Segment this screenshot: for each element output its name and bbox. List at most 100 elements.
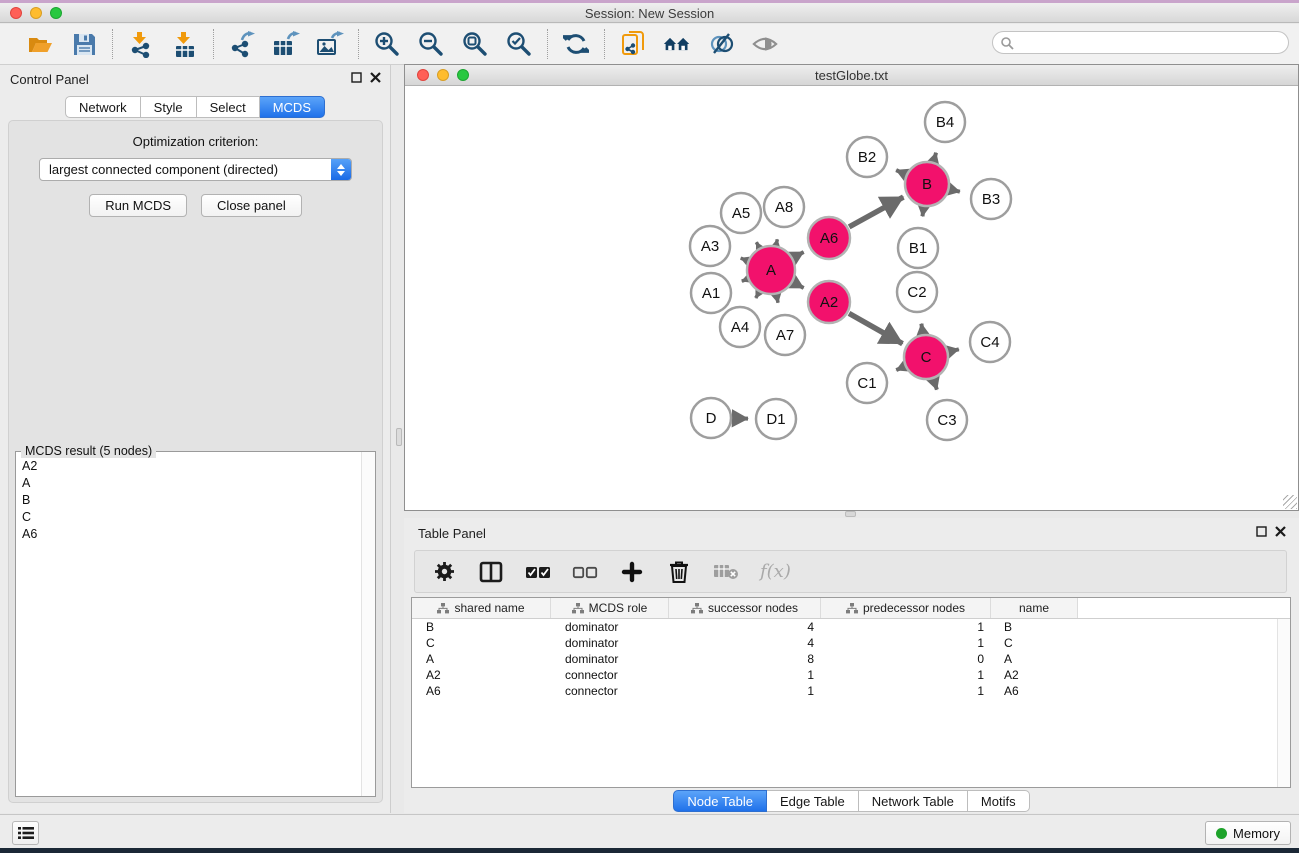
tab-motifs[interactable]: Motifs (968, 790, 1030, 812)
select-all-checkboxes-icon[interactable] (525, 559, 551, 585)
graph-edge-A-A2[interactable] (794, 283, 804, 288)
graph-edge-C-C4[interactable] (949, 349, 958, 351)
graph-node-label-C4: C4 (980, 334, 999, 351)
hide-selected-icon[interactable] (707, 30, 735, 58)
table-row[interactable]: Adominator80A (412, 651, 1277, 667)
column-header-name[interactable]: name (991, 598, 1078, 618)
graph-node-label-A4: A4 (731, 319, 749, 336)
zoom-fit-icon[interactable] (461, 30, 489, 58)
import-table-icon[interactable] (171, 30, 199, 58)
close-table-panel-icon[interactable] (1275, 526, 1286, 537)
import-network-icon[interactable] (127, 30, 155, 58)
splitter-grip-bottom[interactable] (845, 511, 856, 517)
float-table-panel-icon[interactable] (1256, 526, 1267, 537)
result-list-scrollbar[interactable] (361, 452, 375, 796)
result-item[interactable]: B (17, 492, 361, 509)
graph-edge-A-A4[interactable] (756, 293, 759, 298)
run-mcds-button[interactable]: Run MCDS (89, 194, 187, 217)
mcds-result-title: MCDS result (5 nodes) (21, 444, 156, 458)
column-header-mcds-role[interactable]: MCDS role (551, 598, 669, 618)
graph-edge-A2-C[interactable] (849, 313, 903, 343)
show-details-eye-icon[interactable] (751, 30, 779, 58)
result-item[interactable]: C (17, 509, 361, 526)
add-column-icon[interactable] (619, 559, 645, 585)
memory-button[interactable]: Memory (1205, 821, 1291, 845)
graph-edge-A-A8[interactable] (776, 239, 777, 244)
table-row[interactable]: A6connector11A6 (412, 683, 1277, 699)
graph-edge-A6-B[interactable] (849, 197, 903, 227)
optimization-criterion-label: Optimization criterion: (9, 134, 382, 149)
close-panel-button[interactable]: Close panel (201, 194, 302, 217)
table-row[interactable]: A2connector11A2 (412, 667, 1277, 683)
tab-mcds[interactable]: MCDS (260, 96, 325, 118)
column-header-shared-name[interactable]: shared name (412, 598, 551, 618)
show-column-icon[interactable] (478, 559, 504, 585)
delete-table-icon[interactable] (713, 559, 739, 585)
table-tabs: Node Table Edge Table Network Table Moti… (404, 790, 1299, 812)
graph-edge-A-A3[interactable] (741, 258, 747, 260)
graph-edge-B-B1[interactable] (922, 208, 923, 217)
graph-node-label-B4: B4 (936, 114, 954, 131)
table-scrollbar[interactable] (1277, 619, 1290, 787)
graph-node-label-D: D (706, 410, 717, 427)
open-file-icon[interactable] (26, 30, 54, 58)
refresh-icon[interactable] (562, 30, 590, 58)
window-resize-grip[interactable] (1283, 495, 1297, 509)
zoom-out-icon[interactable] (417, 30, 445, 58)
tab-edge-table[interactable]: Edge Table (767, 790, 859, 812)
tab-network-table[interactable]: Network Table (859, 790, 968, 812)
task-history-button[interactable] (12, 821, 39, 845)
optimization-criterion-dropdown[interactable]: largest connected component (directed) (39, 158, 352, 181)
table-row[interactable]: Cdominator41C (412, 635, 1277, 651)
memory-status-dot (1216, 828, 1227, 839)
delete-column-icon[interactable] (666, 559, 692, 585)
result-item[interactable]: A6 (17, 526, 361, 543)
float-panel-icon[interactable] (351, 72, 362, 83)
column-header-predecessor-nodes[interactable]: predecessor nodes (821, 598, 991, 618)
network-canvas[interactable]: B4B2BB3A5A8A6A3AA1B1C2A2A4A7C4CC1C3DD1 (405, 87, 1298, 510)
control-panel-tabs: Network Style Select MCDS (0, 96, 390, 118)
save-session-icon[interactable] (70, 30, 98, 58)
tab-network[interactable]: Network (65, 96, 141, 118)
network-window-titlebar[interactable]: testGlobe.txt (405, 65, 1298, 86)
column-settings-gear-icon[interactable] (431, 559, 457, 585)
table-row[interactable]: Bdominator41B (412, 619, 1277, 635)
graph-edge-A-A6[interactable] (794, 252, 804, 257)
graph-edge-B-B4[interactable] (934, 153, 936, 161)
network-document-icon[interactable] (619, 30, 647, 58)
zoom-selected-icon[interactable] (505, 30, 533, 58)
graph-node-label-C1: C1 (857, 375, 876, 392)
desktop-background-bottom (0, 848, 1299, 853)
graph-node-label-A6: A6 (820, 230, 838, 247)
column-header-successor-nodes[interactable]: successor nodes (669, 598, 821, 618)
search-field[interactable] (992, 31, 1289, 54)
tab-style[interactable]: Style (141, 96, 197, 118)
graph-node-label-A8: A8 (775, 199, 793, 216)
graph-edge-A-A7[interactable] (776, 295, 778, 302)
mcds-result-box: MCDS result (5 nodes) A2ABCA6 (15, 451, 376, 797)
graph-edge-C-C3[interactable] (934, 380, 937, 390)
graph-edge-B-B3[interactable] (950, 189, 959, 191)
result-item[interactable]: A (17, 475, 361, 492)
close-panel-icon[interactable] (370, 72, 381, 83)
tab-select[interactable]: Select (197, 96, 260, 118)
splitter-grip-left[interactable] (396, 428, 402, 446)
tab-node-table[interactable]: Node Table (673, 790, 767, 812)
home-pair-icon[interactable] (663, 30, 691, 58)
export-table-icon[interactable] (272, 30, 300, 58)
graph-edge-A-A5[interactable] (756, 242, 759, 247)
main-toolbar (0, 24, 1299, 65)
graph-node-label-A7: A7 (776, 327, 794, 344)
main-titlebar[interactable]: Session: New Session (0, 3, 1299, 23)
zoom-in-icon[interactable] (373, 30, 401, 58)
function-builder-icon[interactable]: f(x) (760, 561, 791, 582)
export-network-icon[interactable] (228, 30, 256, 58)
graph-edge-C-C1[interactable] (896, 367, 904, 370)
result-item[interactable]: A2 (17, 458, 361, 475)
graph-edge-C-C2[interactable] (921, 324, 922, 334)
deselect-all-checkboxes-icon[interactable] (572, 559, 598, 585)
export-image-icon[interactable] (316, 30, 344, 58)
graph-edge-B-B2[interactable] (896, 170, 905, 174)
graph-edge-A-A1[interactable] (742, 279, 747, 281)
table-panel: Table Panel (404, 518, 1299, 813)
